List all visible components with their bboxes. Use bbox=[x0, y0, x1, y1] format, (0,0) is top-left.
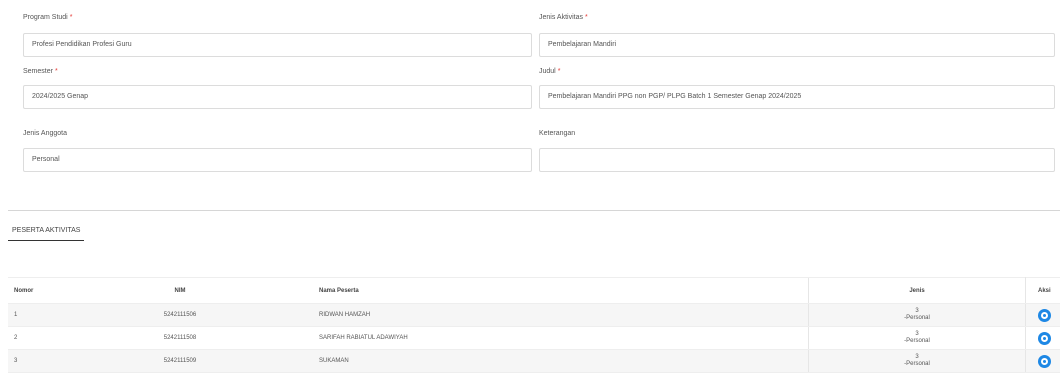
keterangan-field[interactable] bbox=[539, 148, 1055, 172]
jenis-anggota-label: Jenis Anggota bbox=[23, 130, 67, 137]
program-studi-label: Program Studi * bbox=[23, 14, 73, 21]
row-jenis: 3 -Personal bbox=[808, 326, 1026, 350]
view-icon[interactable] bbox=[1038, 354, 1051, 368]
jenis-aktivitas-label: Jenis Aktivitas * bbox=[539, 14, 588, 21]
required-mark: * bbox=[54, 68, 58, 75]
view-icon[interactable] bbox=[1038, 308, 1051, 322]
judul-label: Judul * bbox=[539, 68, 561, 75]
row-nama: SARIFAH RABIATUL ADAWIYAH bbox=[280, 326, 809, 350]
row-nim: 5242111508 bbox=[80, 326, 280, 350]
row-nama: SUKAMAN bbox=[280, 349, 809, 373]
table-header-row: Nomor NIM Nama Peserta Jenis Aksi bbox=[8, 277, 1060, 304]
header-jenis: Jenis bbox=[808, 277, 1026, 304]
jenis-anggota-field[interactable]: Personal bbox=[23, 148, 532, 172]
keterangan-label: Keterangan bbox=[539, 130, 576, 137]
judul-field[interactable]: Pembelajaran Mandiri PPG non PGP/ PLPG B… bbox=[539, 85, 1055, 109]
row-jenis: 3 -Personal bbox=[808, 303, 1026, 327]
row-aksi bbox=[1025, 326, 1060, 350]
section-divider bbox=[8, 210, 1060, 211]
required-mark: * bbox=[69, 14, 73, 21]
row-nomor: 1 bbox=[8, 303, 80, 327]
table-row: 2 5242111508 SARIFAH RABIATUL ADAWIYAH 3… bbox=[8, 326, 1060, 350]
semester-label: Semester * bbox=[23, 68, 58, 75]
row-nim: 5242111506 bbox=[80, 303, 280, 327]
program-studi-field[interactable]: Profesi Pendidikan Profesi Guru bbox=[23, 33, 532, 57]
table-row: 1 5242111506 RIDWAN HAMZAH 3 -Personal bbox=[8, 303, 1060, 327]
peserta-table: Nomor NIM Nama Peserta Jenis Aksi 1 5242… bbox=[8, 277, 1060, 373]
row-nama: RIDWAN HAMZAH bbox=[280, 303, 809, 327]
header-nama: Nama Peserta bbox=[280, 277, 809, 304]
semester-field[interactable]: 2024/2025 Genap bbox=[23, 85, 532, 109]
row-nomor: 2 bbox=[8, 326, 80, 350]
row-aksi bbox=[1025, 303, 1060, 327]
row-nim: 5242111509 bbox=[80, 349, 280, 373]
table-row: 3 5242111509 SUKAMAN 3 -Personal bbox=[8, 349, 1060, 373]
tab-peserta-aktivitas[interactable]: PESERTA AKTIVITAS bbox=[8, 224, 85, 241]
header-nim: NIM bbox=[80, 277, 280, 304]
view-icon[interactable] bbox=[1038, 331, 1051, 345]
row-nomor: 3 bbox=[8, 349, 80, 373]
header-aksi: Aksi bbox=[1025, 277, 1060, 304]
row-aksi bbox=[1025, 349, 1060, 373]
required-mark: * bbox=[557, 68, 561, 75]
jenis-aktivitas-field[interactable]: Pembelajaran Mandiri bbox=[539, 33, 1055, 57]
row-jenis: 3 -Personal bbox=[808, 349, 1026, 373]
required-mark: * bbox=[584, 14, 588, 21]
header-nomor: Nomor bbox=[8, 277, 80, 304]
